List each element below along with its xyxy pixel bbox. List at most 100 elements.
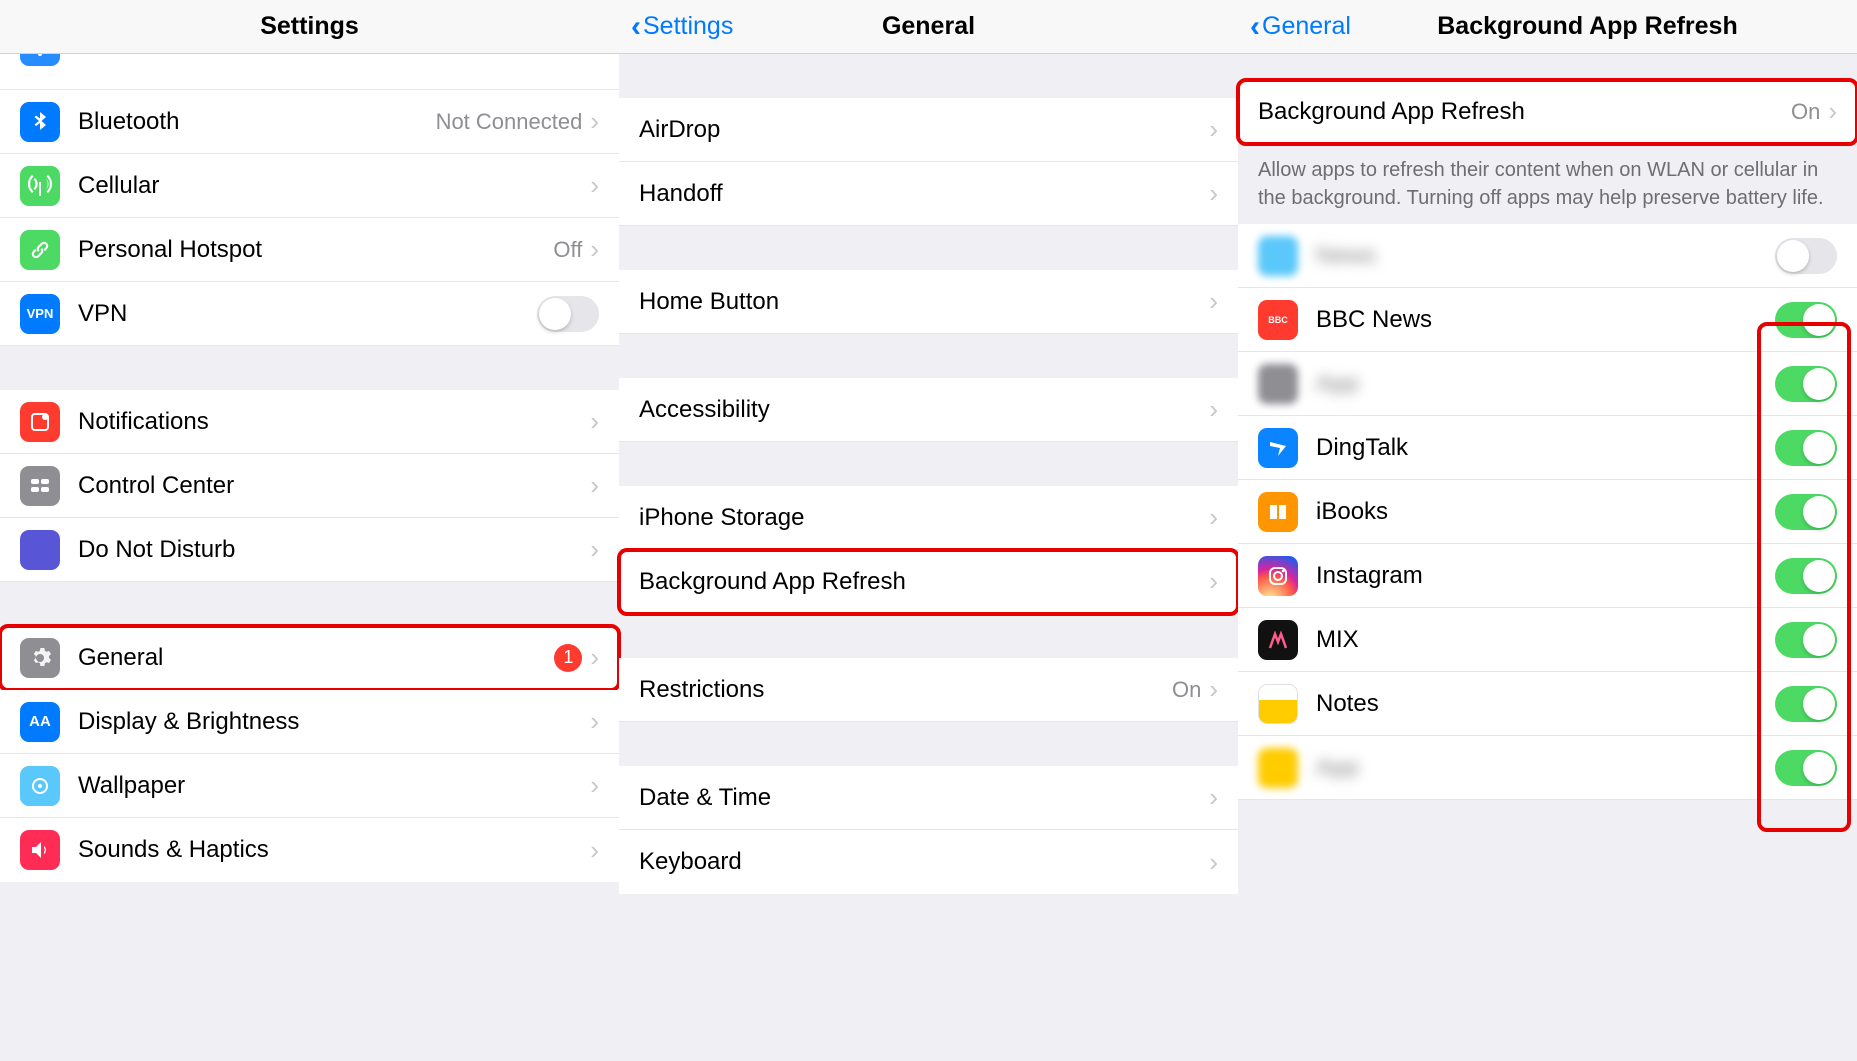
chevron-right-icon: ›	[1209, 286, 1218, 317]
page-title: Background App Refresh	[1318, 12, 1857, 41]
app-row[interactable]: MIX	[1238, 608, 1857, 672]
row-hotspot[interactable]: Personal Hotspot Off ›	[0, 218, 619, 282]
app-toggle[interactable]	[1775, 302, 1837, 338]
app-row[interactable]: Instagram	[1238, 544, 1857, 608]
app-toggle[interactable]	[1775, 366, 1837, 402]
app-icon	[1258, 684, 1298, 724]
row-cellular[interactable]: Cellular ›	[0, 154, 619, 218]
row-label: Keyboard	[639, 848, 1209, 876]
vpn-toggle[interactable]	[537, 296, 599, 332]
notifications-icon	[20, 402, 60, 442]
back-label: General	[1262, 12, 1351, 41]
section-gap	[619, 442, 1238, 486]
row-label: iPhone Storage	[639, 504, 1209, 532]
app-icon	[1258, 556, 1298, 596]
row-handoff[interactable]: Handoff ›	[619, 162, 1238, 226]
row-label: Restrictions	[639, 676, 1172, 704]
row-notifications[interactable]: Notifications ›	[0, 390, 619, 454]
chevron-right-icon: ›	[1209, 114, 1218, 145]
app-row[interactable]: News	[1238, 224, 1857, 288]
row-label: Control Center	[78, 472, 590, 500]
app-row[interactable]: App	[1238, 352, 1857, 416]
app-row[interactable]: BBCBBC News	[1238, 288, 1857, 352]
vpn-icon: VPN	[20, 294, 60, 334]
control-center-icon	[20, 466, 60, 506]
chevron-right-icon: ›	[590, 106, 599, 137]
app-icon	[1258, 364, 1298, 404]
back-button[interactable]: ‹ General	[1250, 12, 1351, 42]
row-label: VPN	[78, 300, 537, 328]
chevron-right-icon: ›	[590, 406, 599, 437]
chevron-left-icon: ‹	[1250, 12, 1260, 42]
moon-icon	[20, 530, 60, 570]
app-toggle[interactable]	[1775, 494, 1837, 530]
chevron-right-icon: ›	[1209, 502, 1218, 533]
row-display[interactable]: AA Display & Brightness ›	[0, 690, 619, 754]
section-gap	[619, 226, 1238, 270]
row-home-button[interactable]: Home Button ›	[619, 270, 1238, 334]
chevron-right-icon: ›	[1209, 394, 1218, 425]
section-gap	[619, 722, 1238, 766]
row-value: Not Connected	[436, 109, 583, 135]
row-restrictions[interactable]: Restrictions On ›	[619, 658, 1238, 722]
row-accessibility[interactable]: Accessibility ›	[619, 378, 1238, 442]
app-row[interactable]: Notes	[1238, 672, 1857, 736]
app-label: Notes	[1316, 690, 1775, 718]
row-label: Date & Time	[639, 784, 1209, 812]
app-toggle[interactable]	[1775, 750, 1837, 786]
row-dnd[interactable]: Do Not Disturb ›	[0, 518, 619, 582]
app-toggle[interactable]	[1775, 238, 1837, 274]
row-bluetooth[interactable]: Bluetooth Not Connected ›	[0, 90, 619, 154]
row-background-app-refresh[interactable]: Background App Refresh ›	[619, 550, 1238, 614]
row-iphone-storage[interactable]: iPhone Storage ›	[619, 486, 1238, 550]
row-label: Handoff	[639, 180, 1209, 208]
row-value: On	[1172, 677, 1201, 703]
row-label: Do Not Disturb	[78, 536, 590, 564]
chevron-right-icon: ›	[590, 234, 599, 265]
app-toggle[interactable]	[1775, 430, 1837, 466]
section-gap	[1238, 54, 1857, 80]
chevron-right-icon: ›	[590, 54, 599, 57]
chevron-right-icon: ›	[1209, 566, 1218, 597]
row-label: Cellular	[78, 172, 590, 200]
navbar: ‹ Settings General	[619, 0, 1238, 54]
chevron-right-icon: ›	[590, 835, 599, 866]
app-label: Instagram	[1316, 562, 1775, 590]
wifi-icon	[20, 54, 60, 66]
footer-note: Allow apps to refresh their content when…	[1238, 144, 1857, 224]
general-screen: ‹ Settings General AirDrop › Handoff › H…	[619, 0, 1238, 1061]
row-airdrop[interactable]: AirDrop ›	[619, 98, 1238, 162]
chevron-right-icon: ›	[1209, 847, 1218, 878]
app-label: BBC News	[1316, 306, 1775, 334]
settings-list: WLAN iMobie_WiFi_1 › Bluetooth Not Conne…	[0, 54, 619, 346]
app-icon	[1258, 620, 1298, 660]
row-date-time[interactable]: Date & Time ›	[619, 766, 1238, 830]
badge: 1	[554, 644, 582, 672]
app-row[interactable]: DingTalk	[1238, 416, 1857, 480]
app-toggle[interactable]	[1775, 558, 1837, 594]
app-toggle[interactable]	[1775, 686, 1837, 722]
section-gap	[619, 54, 1238, 98]
row-general[interactable]: General 1 ›	[0, 626, 619, 690]
row-bar-master[interactable]: Background App Refresh On ›	[1238, 80, 1857, 144]
row-wlan[interactable]: WLAN iMobie_WiFi_1 ›	[0, 54, 619, 90]
row-label: Home Button	[639, 288, 1209, 316]
app-toggle[interactable]	[1775, 622, 1837, 658]
row-label: General	[78, 644, 554, 672]
row-control-center[interactable]: Control Center ›	[0, 454, 619, 518]
row-label: Bluetooth	[78, 108, 436, 136]
chevron-right-icon: ›	[1209, 782, 1218, 813]
wallpaper-icon	[20, 766, 60, 806]
row-sounds[interactable]: Sounds & Haptics ›	[0, 818, 619, 882]
row-label: Sounds & Haptics	[78, 836, 590, 864]
app-row[interactable]: iBooks	[1238, 480, 1857, 544]
app-label: DingTalk	[1316, 434, 1775, 462]
row-vpn[interactable]: VPN VPN	[0, 282, 619, 346]
display-icon: AA	[20, 702, 60, 742]
chevron-right-icon: ›	[1209, 674, 1218, 705]
section-gap	[619, 614, 1238, 658]
row-keyboard[interactable]: Keyboard ›	[619, 830, 1238, 894]
app-row[interactable]: App	[1238, 736, 1857, 800]
row-wallpaper[interactable]: Wallpaper ›	[0, 754, 619, 818]
back-button[interactable]: ‹ Settings	[631, 12, 733, 42]
